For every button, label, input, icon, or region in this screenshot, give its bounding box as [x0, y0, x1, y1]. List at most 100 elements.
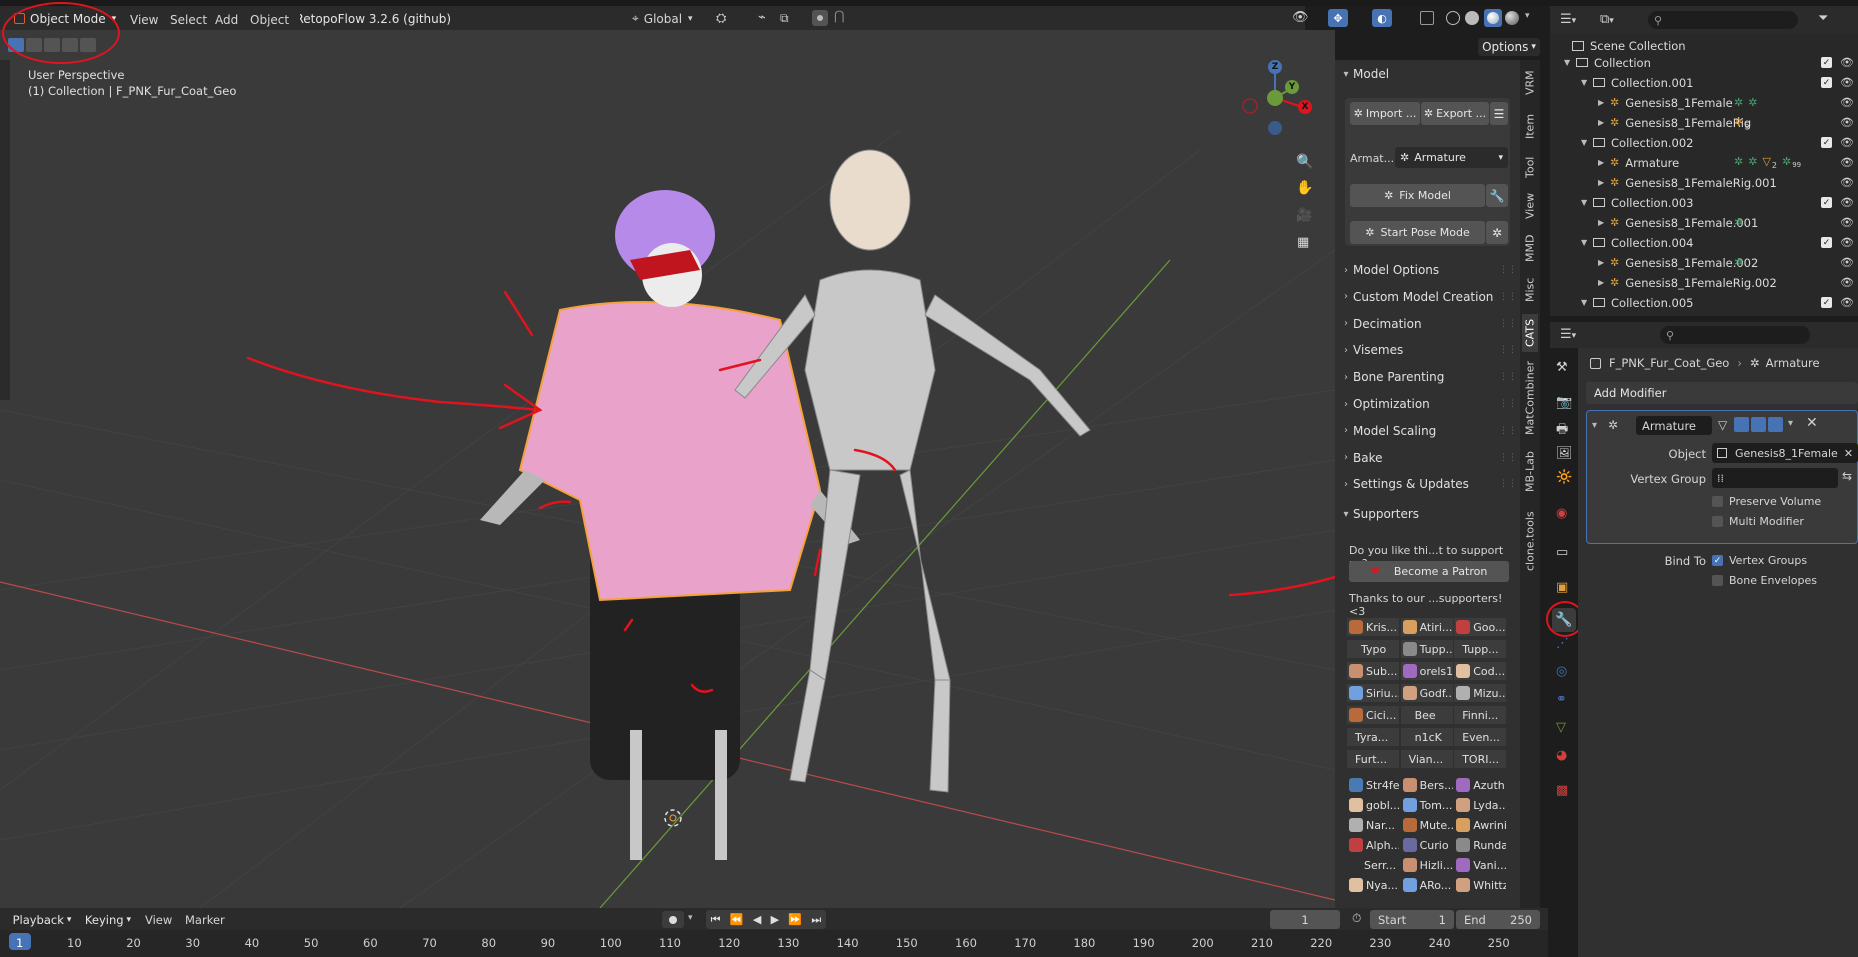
- filter-icon[interactable]: ⏷: [1818, 11, 1828, 26]
- constraints-tab-icon[interactable]: ⚭: [1556, 692, 1567, 707]
- eye-icon[interactable]: 👁: [1840, 116, 1854, 129]
- supporter-cell[interactable]: Atiri...: [1400, 618, 1453, 636]
- supporter-cell[interactable]: Bee: [1400, 706, 1453, 724]
- jump-end-icon[interactable]: ⏭: [811, 913, 821, 927]
- physics-tab-icon[interactable]: ◎: [1556, 664, 1567, 679]
- output-tab-icon[interactable]: 🖶: [1556, 420, 1568, 442]
- gizmo-y[interactable]: Y: [1285, 80, 1299, 94]
- supporter-cell[interactable]: Tyra...: [1347, 728, 1399, 746]
- outliner-editor-icon[interactable]: ☰▾: [1560, 12, 1576, 27]
- menu-view[interactable]: View: [130, 13, 158, 27]
- section-model-options[interactable]: › Model Options ⋮⋮: [1339, 258, 1517, 282]
- start-frame-field[interactable]: Start 1: [1370, 910, 1454, 929]
- properties-editor-icon[interactable]: ☰▾: [1560, 327, 1576, 342]
- collection-tab-icon[interactable]: ▭: [1556, 545, 1568, 560]
- exclude-checkbox[interactable]: ✓: [1821, 137, 1833, 148]
- tab-cats[interactable]: CATS: [1522, 314, 1538, 352]
- supporter-list-item[interactable]: Azuth: [1454, 776, 1506, 794]
- outliner-row[interactable]: ▶ ✲ Genesis8_1FemaleRig.001 👁: [1550, 174, 1858, 191]
- menu-object[interactable]: Object: [250, 13, 289, 27]
- tool-tab-icon[interactable]: ⚒: [1556, 360, 1568, 375]
- exclude-checkbox[interactable]: ✓: [1821, 77, 1833, 88]
- section-custom-model-creation[interactable]: › Custom Model Creation ⋮⋮: [1339, 285, 1517, 309]
- chevron-right-icon[interactable]: ▶: [1598, 278, 1610, 287]
- outliner-row[interactable]: ▶ ✲ Genesis8_1Female 👁 ✲ ✲: [1550, 94, 1858, 111]
- viewport[interactable]: User Perspective (1) Collection | F_PNK_…: [0, 30, 1335, 908]
- exclude-checkbox[interactable]: ✓: [1821, 237, 1833, 248]
- vertex-groups-checkbox[interactable]: ✓: [1712, 555, 1723, 566]
- pivot-icon[interactable]: ⛭: [716, 11, 726, 26]
- supporter-cell[interactable]: Kris...: [1347, 618, 1399, 636]
- tab-mb-lab[interactable]: MB-Lab: [1522, 444, 1538, 500]
- supporter-list-item[interactable]: Awrini: [1454, 816, 1506, 834]
- shading-options-icon[interactable]: ▾: [1525, 11, 1530, 21]
- eye-icon[interactable]: 👁: [1840, 216, 1854, 229]
- clear-icon[interactable]: ✕: [1844, 447, 1853, 460]
- supporter-cell[interactable]: Even...: [1454, 728, 1507, 746]
- chevron-right-icon[interactable]: ▶: [1598, 118, 1610, 127]
- gizmo-toggle-icon[interactable]: ✥: [1328, 9, 1348, 27]
- preserve-volume-row[interactable]: Preserve Volume: [1712, 495, 1821, 508]
- object-tab-icon[interactable]: ▣: [1556, 580, 1568, 595]
- render-toggle-icon[interactable]: [1768, 417, 1783, 432]
- supporter-cell[interactable]: Finni...: [1454, 706, 1507, 724]
- supporter-list-item[interactable]: gobl...: [1347, 796, 1399, 814]
- model-panel-header[interactable]: ▾ Model: [1339, 62, 1520, 86]
- preserve-volume-checkbox[interactable]: [1712, 496, 1723, 507]
- outliner-search-input[interactable]: ⚲: [1648, 11, 1798, 29]
- eye-icon[interactable]: 👁: [1840, 96, 1854, 109]
- chevron-right-icon[interactable]: ▶: [1598, 178, 1610, 187]
- outliner-row[interactable]: ▼ Collection.002 ✓ 👁: [1550, 134, 1858, 151]
- material-tab-icon[interactable]: ◕: [1556, 748, 1567, 763]
- supporter-list-item[interactable]: Whittz: [1454, 876, 1506, 894]
- supporter-cell[interactable]: Sub...: [1347, 662, 1399, 680]
- add-modifier-button[interactable]: Add Modifier: [1586, 382, 1858, 404]
- end-frame-field[interactable]: End 250: [1456, 910, 1540, 929]
- playback-menu[interactable]: Playback ▾: [8, 911, 76, 928]
- drag-handle-icon[interactable]: ⋮⋮: [1499, 265, 1517, 275]
- supporter-list-item[interactable]: Hizli...: [1401, 856, 1453, 874]
- eye-icon[interactable]: 👁: [1840, 136, 1854, 149]
- supporters-header[interactable]: ▾ Supporters: [1339, 502, 1520, 526]
- supporter-list-item[interactable]: Mute...: [1401, 816, 1453, 834]
- armature-select[interactable]: ✲ Armature ▾: [1395, 147, 1508, 168]
- outliner-row[interactable]: ▼ Collection ✓ 👁: [1550, 54, 1858, 71]
- shading-material-icon[interactable]: [1484, 9, 1502, 27]
- keying-menu[interactable]: Keying ▾: [80, 911, 136, 928]
- section-bone-parenting[interactable]: › Bone Parenting ⋮⋮: [1339, 365, 1517, 389]
- supporter-cell[interactable]: Tupp...: [1400, 640, 1453, 658]
- bone-envelopes-row[interactable]: Bone Envelopes: [1712, 574, 1817, 587]
- supporter-cell[interactable]: Cici...: [1347, 706, 1399, 724]
- chevron-down-icon[interactable]: ▼: [1581, 138, 1593, 147]
- play-reverse-icon[interactable]: ◀: [753, 913, 761, 926]
- tab-vrm[interactable]: VRM: [1522, 66, 1538, 100]
- drag-handle-icon[interactable]: ⋮⋮: [1499, 292, 1517, 302]
- on-cage-toggle-icon[interactable]: [1734, 417, 1749, 432]
- section-visemes[interactable]: › Visemes ⋮⋮: [1339, 338, 1517, 362]
- outliner-row[interactable]: ▶ ✲ Genesis8_1FemaleRig.002 👁: [1550, 274, 1858, 291]
- shading-wireframe-icon[interactable]: [1446, 11, 1460, 25]
- supporter-cell[interactable]: TORI...: [1454, 750, 1507, 768]
- fix-model-button[interactable]: ✲ Fix Model: [1350, 184, 1485, 207]
- multi-modifier-row[interactable]: Multi Modifier: [1712, 515, 1804, 528]
- menu-select[interactable]: Select: [170, 13, 207, 27]
- snap-target-icon[interactable]: ⧉: [780, 11, 789, 26]
- current-frame-field[interactable]: 1: [1270, 910, 1340, 929]
- chevron-down-icon[interactable]: ▼: [1564, 58, 1576, 67]
- chevron-down-icon[interactable]: ▼: [1581, 238, 1593, 247]
- outliner-display-mode[interactable]: ⧉▾: [1600, 12, 1614, 27]
- section-settings-updates[interactable]: › Settings & Updates ⋮⋮: [1339, 472, 1517, 496]
- drag-handle-icon[interactable]: ⋮⋮: [1499, 479, 1517, 489]
- drag-handle-icon[interactable]: ⋮⋮: [1499, 399, 1517, 409]
- outliner-row[interactable]: ▶ ✲ Genesis8_1Female.001 👁 ✲: [1550, 214, 1858, 231]
- drag-handle-icon[interactable]: ⋮⋮: [1499, 372, 1517, 382]
- section-model-scaling[interactable]: › Model Scaling ⋮⋮: [1339, 419, 1517, 443]
- zoom-icon[interactable]: 🔍: [1296, 154, 1313, 170]
- texture-tab-icon[interactable]: ▩: [1556, 783, 1568, 798]
- view-layer-tab-icon[interactable]: 🖼: [1556, 446, 1573, 461]
- become-patron-button[interactable]: ❤ Become a Patron: [1349, 561, 1509, 582]
- data-tab-icon[interactable]: ▽: [1556, 720, 1566, 735]
- eye-icon[interactable]: 👁: [1840, 76, 1854, 89]
- visibility-icon[interactable]: 👁: [1292, 10, 1309, 25]
- tab-clone-tools[interactable]: clone.tools: [1522, 506, 1538, 576]
